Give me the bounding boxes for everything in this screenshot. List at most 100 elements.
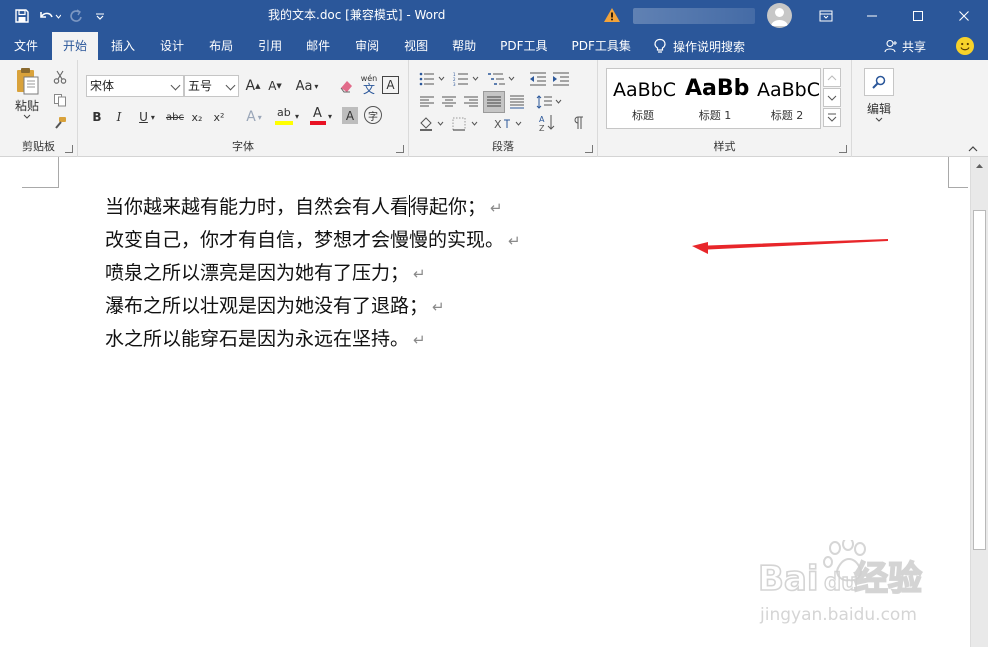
- clear-formatting-button[interactable]: [336, 75, 356, 97]
- strikethrough-button[interactable]: abc: [164, 106, 186, 128]
- warning-icon[interactable]: [603, 6, 621, 24]
- paragraph-dialog-launcher[interactable]: [585, 145, 593, 153]
- tab-pdf-tools[interactable]: PDF工具: [488, 32, 559, 60]
- line-3-text: 喷泉之所以漂亮是因为她有了压力；: [105, 262, 410, 284]
- page-margin-corner-right: [948, 157, 968, 188]
- borders-button[interactable]: [451, 115, 481, 133]
- document-line-2[interactable]: 改变自己，你才有自信，梦想才会慢慢的实现。 ↵: [105, 225, 521, 255]
- save-button[interactable]: [10, 4, 34, 28]
- cut-button[interactable]: [50, 68, 70, 86]
- svg-text:Z: Z: [539, 124, 545, 133]
- ribbon-display-options-button[interactable]: [803, 0, 849, 32]
- clipboard-dialog-launcher[interactable]: [65, 145, 73, 153]
- style-heading-1[interactable]: AaBb 标题 1: [679, 69, 751, 130]
- styles-dialog-launcher[interactable]: [839, 145, 847, 153]
- font-size-combo[interactable]: 五号: [184, 75, 239, 97]
- bullets-button[interactable]: [417, 70, 449, 88]
- ribbon: 粘贴 剪贴板 宋体 五号 A ▲ A ▼ Aa ▾ wén 文 A B I U …: [0, 60, 988, 157]
- show-formatting-marks-button[interactable]: [569, 112, 589, 134]
- align-right-button[interactable]: [461, 93, 481, 111]
- account-name-blurred[interactable]: [633, 8, 755, 24]
- decrease-indent-button[interactable]: [527, 70, 549, 88]
- styles-scroll-up-button[interactable]: [823, 68, 841, 87]
- document-line-4[interactable]: 瀑布之所以壮观是因为她没有了退路； ↵: [105, 291, 445, 321]
- paragraph-mark: ↵: [413, 265, 426, 283]
- font-color-button[interactable]: A ▾: [306, 104, 336, 128]
- document-line-1[interactable]: 当你越来越有能力时，自然会有人看得起你； ↵: [105, 192, 503, 222]
- multilevel-list-button[interactable]: [485, 70, 519, 88]
- grow-font-button[interactable]: A ▲: [243, 75, 263, 97]
- align-left-icon: [420, 96, 434, 107]
- tab-pdf-toolset[interactable]: PDF工具集: [560, 32, 643, 60]
- tell-me-search[interactable]: 操作说明搜索: [643, 32, 755, 60]
- magnifier-icon: [872, 75, 886, 89]
- svg-text:3: 3: [453, 82, 456, 86]
- share-button[interactable]: 共享: [884, 32, 926, 60]
- scroll-up-button[interactable]: [971, 157, 988, 174]
- shading-button[interactable]: [417, 115, 447, 133]
- collapse-ribbon-button[interactable]: [968, 143, 978, 153]
- document-line-5[interactable]: 水之所以能穿石是因为永远在坚持。 ↵: [105, 324, 426, 354]
- tab-file[interactable]: 文件: [0, 32, 52, 60]
- avatar[interactable]: [767, 3, 792, 28]
- tab-view[interactable]: 视图: [392, 32, 440, 60]
- line-2-text: 改变自己，你才有自信，梦想才会慢慢的实现。: [105, 229, 505, 251]
- font-dialog-launcher[interactable]: [396, 145, 404, 153]
- line-spacing-button[interactable]: [535, 93, 565, 111]
- enclose-characters-button[interactable]: 字: [364, 106, 382, 124]
- underline-button[interactable]: U ▾: [132, 106, 162, 128]
- numbering-button[interactable]: 123: [451, 70, 483, 88]
- styles-scroll-down-button[interactable]: [823, 88, 841, 107]
- style-heading-2-name: 标题 2: [770, 109, 804, 122]
- tab-design[interactable]: 设计: [148, 32, 196, 60]
- format-painter-button[interactable]: [50, 114, 70, 132]
- clipboard-group: 粘贴 剪贴板: [0, 60, 78, 157]
- feedback-smiley-icon[interactable]: [956, 37, 974, 55]
- text-effects-button[interactable]: A ▾: [240, 106, 268, 128]
- paste-button[interactable]: 粘贴: [8, 66, 46, 130]
- character-border-glyph: A: [386, 78, 395, 92]
- scroll-thumb[interactable]: [973, 210, 986, 550]
- close-button[interactable]: [941, 0, 987, 32]
- distributed-button[interactable]: [507, 93, 527, 111]
- tab-references[interactable]: 引用: [246, 32, 294, 60]
- editing-button[interactable]: 编辑: [862, 68, 896, 132]
- minimize-button[interactable]: [849, 0, 895, 32]
- clipboard-paste-icon: [17, 68, 39, 95]
- phonetic-guide-button[interactable]: wén 文: [358, 72, 380, 98]
- copy-button[interactable]: [50, 91, 70, 109]
- italic-button[interactable]: I: [110, 106, 128, 128]
- save-icon: [15, 9, 29, 23]
- undo-button[interactable]: [34, 4, 64, 28]
- tab-help[interactable]: 帮助: [440, 32, 488, 60]
- superscript-button[interactable]: x²: [210, 106, 228, 128]
- increase-indent-button[interactable]: [550, 70, 572, 88]
- redo-button[interactable]: [64, 4, 88, 28]
- style-title[interactable]: AaBbC 标题: [607, 69, 679, 130]
- text-highlight-button[interactable]: ab ▾: [272, 104, 302, 128]
- vertical-scrollbar[interactable]: [970, 157, 988, 647]
- align-left-button[interactable]: [417, 93, 437, 111]
- character-shading-button[interactable]: A: [342, 107, 358, 124]
- document-line-3[interactable]: 喷泉之所以漂亮是因为她有了压力； ↵: [105, 258, 426, 288]
- font-name-combo[interactable]: 宋体: [86, 75, 184, 97]
- customize-qat-button[interactable]: [88, 4, 112, 28]
- maximize-button[interactable]: [895, 0, 941, 32]
- tab-home[interactable]: 开始: [52, 32, 99, 60]
- bold-button[interactable]: B: [88, 106, 106, 128]
- asian-layout-button[interactable]: X: [493, 115, 525, 133]
- character-border-button[interactable]: A: [382, 76, 399, 94]
- tab-insert[interactable]: 插入: [98, 32, 148, 60]
- subscript-button[interactable]: x₂: [188, 106, 206, 128]
- style-heading-2[interactable]: AaBbC 标题 2: [751, 69, 823, 130]
- underline-glyph: U: [139, 110, 148, 124]
- tab-mailings[interactable]: 邮件: [294, 32, 342, 60]
- tab-review[interactable]: 审阅: [342, 32, 392, 60]
- align-center-button[interactable]: [439, 93, 459, 111]
- sort-button[interactable]: AZ: [536, 112, 558, 134]
- justify-button[interactable]: [483, 91, 505, 113]
- tab-layout[interactable]: 布局: [196, 32, 246, 60]
- shrink-font-button[interactable]: A ▼: [265, 75, 285, 97]
- change-case-button[interactable]: Aa ▾: [291, 75, 323, 97]
- styles-more-button[interactable]: [823, 108, 841, 127]
